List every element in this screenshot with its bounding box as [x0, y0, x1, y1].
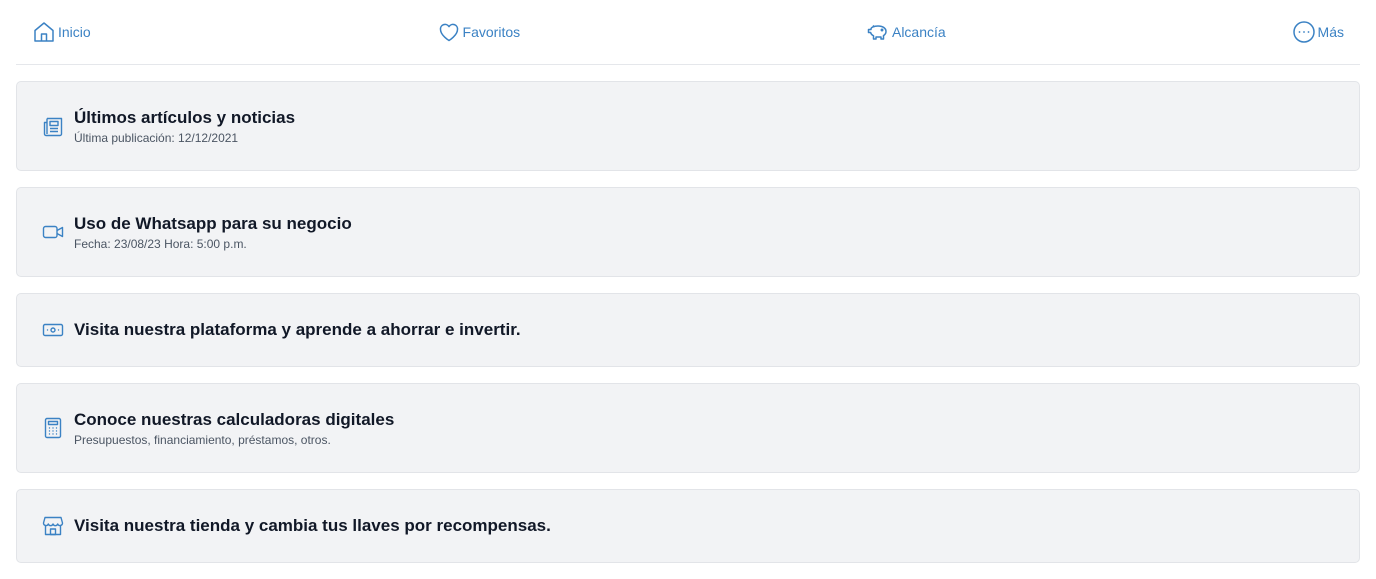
card-title: Uso de Whatsapp para su negocio — [74, 213, 352, 233]
nav-item-mas[interactable]: Más — [1292, 18, 1344, 46]
newspaper-icon — [41, 114, 65, 138]
card-store[interactable]: Visita nuestra tienda y cambia tus llave… — [16, 489, 1360, 563]
nav-label-favoritos: Favoritos — [462, 24, 521, 40]
card-title: Conoce nuestras calculadoras digitales — [74, 409, 395, 429]
nav-item-inicio[interactable]: Inicio — [32, 18, 91, 46]
nav-label-mas: Más — [1317, 24, 1344, 40]
nav-item-alcancia[interactable]: Alcancía — [866, 18, 946, 46]
card-calculators[interactable]: Conoce nuestras calculadoras digitales P… — [16, 383, 1360, 473]
nav-label-inicio: Inicio — [58, 24, 91, 40]
card-list: Últimos artículos y noticias Última publ… — [16, 81, 1360, 579]
video-camera-icon — [41, 220, 65, 244]
home-icon — [34, 22, 54, 42]
store-icon — [41, 514, 65, 538]
nav-item-favoritos[interactable]: Favoritos — [437, 18, 521, 46]
card-subtitle: Última publicación: 12/12/2021 — [74, 130, 239, 145]
card-whatsapp-webinar[interactable]: Uso de Whatsapp para su negocio Fecha: 2… — [16, 187, 1360, 277]
card-title: Visita nuestra plataforma y aprende a ah… — [74, 320, 521, 339]
card-subtitle: Presupuestos, financiamiento, préstamos,… — [74, 432, 331, 447]
card-articles[interactable]: Últimos artículos y noticias Última publ… — [16, 81, 1360, 171]
card-title: Últimos artículos y noticias — [74, 107, 296, 127]
calculator-icon — [41, 416, 65, 440]
more-icon — [1292, 21, 1315, 43]
card-platform[interactable]: Visita nuestra plataforma y aprende a ah… — [16, 293, 1360, 367]
top-navigation: Inicio Favoritos Alcancía Más — [16, 0, 1360, 65]
nav-label-alcancia: Alcancía — [891, 24, 946, 40]
card-subtitle: Fecha: 23/08/23 Hora: 5:00 p.m. — [74, 236, 247, 251]
heart-icon — [439, 23, 458, 42]
banknote-icon — [41, 318, 65, 342]
card-title: Visita nuestra tienda y cambia tus llave… — [74, 516, 551, 535]
piggy-bank-icon — [867, 24, 887, 40]
